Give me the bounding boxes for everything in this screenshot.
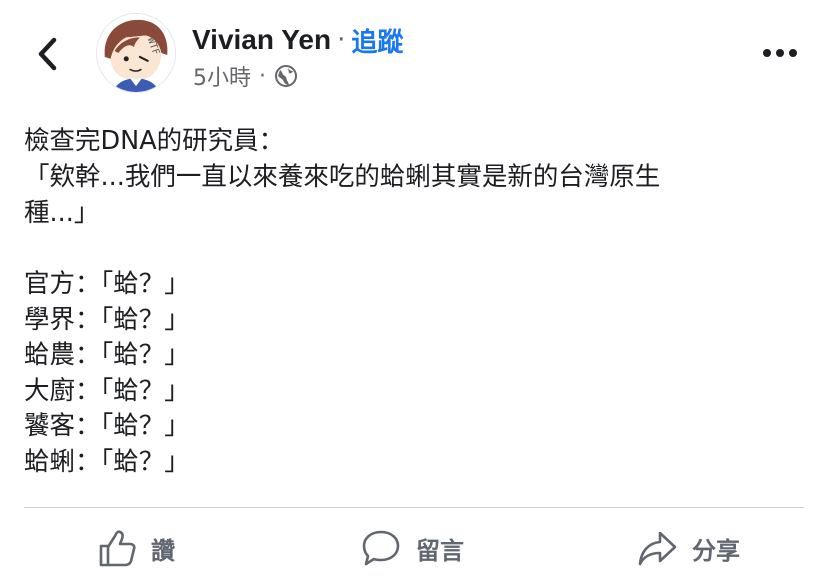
- reaction-line: 官方：「蛤？」: [24, 269, 190, 299]
- reaction-line: 大廚：「蛤？」: [24, 375, 190, 406]
- timestamp[interactable]: 5小時: [193, 60, 251, 92]
- thumbs-up-icon: [97, 528, 137, 568]
- reaction-line: 蛤農：「蛤？」: [24, 340, 190, 370]
- reaction-line: 學界：「蛤？」: [24, 304, 190, 335]
- cartoon-avatar-icon: [97, 14, 175, 92]
- more-dots-icon: [763, 49, 797, 57]
- reaction-line: 饕客：「蛤？」: [24, 411, 190, 441]
- like-label: 讚: [151, 536, 175, 565]
- back-button[interactable]: [30, 34, 64, 74]
- more-options-button[interactable]: [758, 38, 802, 68]
- share-label: 分享: [692, 536, 740, 565]
- avatar[interactable]: WTF: [96, 13, 176, 93]
- post-line: 種...」: [24, 198, 100, 228]
- action-bar-divider: [24, 507, 804, 508]
- meta-separator: ·: [259, 63, 266, 89]
- comment-label: 留言: [416, 536, 464, 565]
- follow-button[interactable]: 追蹤: [351, 22, 403, 59]
- post-header-name-line: Vivian Yen · 追蹤: [192, 20, 403, 60]
- share-arrow-icon: [636, 528, 678, 568]
- share-button[interactable]: 分享: [636, 524, 740, 572]
- reaction-list: 官方：「蛤？」 學界：「蛤？」 蛤農：「蛤？」 大廚：「蛤？」 饕客：「蛤？」 …: [24, 267, 804, 480]
- globe-icon: [274, 64, 298, 88]
- post-text: 檢查完DNA的研究員： 「欸幹...我們一直以來養來吃的蛤蜊其實是新的台灣原生 …: [24, 123, 804, 480]
- chevron-left-icon: [38, 37, 57, 71]
- name-separator: ·: [337, 25, 346, 55]
- post-line: 「欸幹...我們一直以來養來吃的蛤蜊其實是新的台灣原生: [24, 162, 661, 192]
- like-button[interactable]: 讚: [97, 524, 175, 572]
- comment-button[interactable]: 留言: [360, 524, 464, 572]
- reaction-line: 蛤蜊：「蛤？」: [24, 446, 190, 477]
- author-name[interactable]: Vivian Yen: [192, 24, 331, 56]
- post-line: 檢查完DNA的研究員：: [24, 126, 285, 156]
- action-bar: 讚 留言 分享: [0, 516, 828, 580]
- post-meta: 5小時 ·: [193, 61, 298, 91]
- speech-bubble-icon: [360, 528, 402, 568]
